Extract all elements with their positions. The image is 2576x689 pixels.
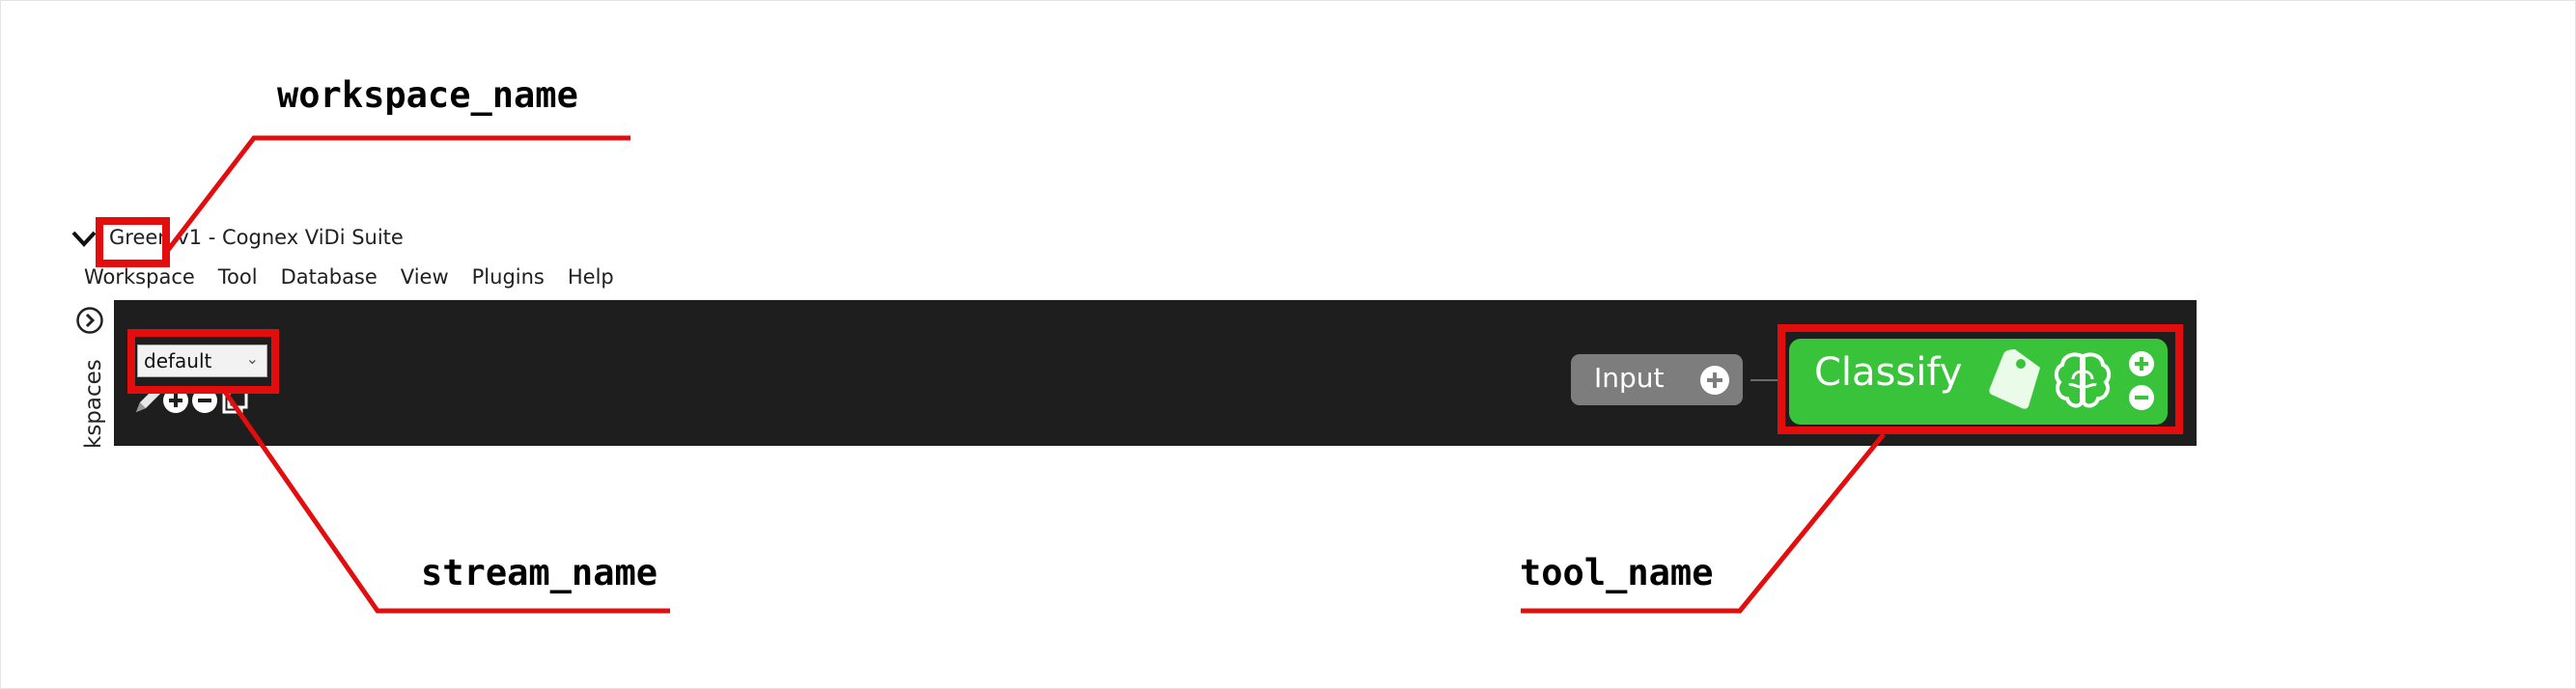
- input-node-label: Input: [1594, 362, 1665, 394]
- tool-name-highlight: [1778, 324, 2183, 434]
- menu-bar: Workspace Tool Database View Plugins Hel…: [84, 265, 614, 289]
- tool-name-callout: tool_name: [1520, 552, 1714, 593]
- plus-circle-icon[interactable]: [1698, 364, 1731, 397]
- menu-help[interactable]: Help: [568, 265, 614, 289]
- workspaces-side-tab[interactable]: kspaces: [59, 331, 117, 451]
- side-tab-label: kspaces: [81, 359, 106, 449]
- stream-name-highlight: [127, 329, 279, 394]
- menu-view[interactable]: View: [401, 265, 449, 289]
- workspace-name-highlight: [96, 217, 170, 267]
- menu-database[interactable]: Database: [281, 265, 378, 289]
- stream-name-callout: stream_name: [421, 552, 658, 593]
- menu-workspace[interactable]: Workspace: [84, 265, 195, 289]
- menu-tool[interactable]: Tool: [218, 265, 258, 289]
- workspace-name-callout: workspace_name: [277, 74, 578, 116]
- annotated-screenshot: Green v1 - Cognex ViDi Suite Workspace T…: [0, 0, 2576, 689]
- menu-plugins[interactable]: Plugins: [472, 265, 545, 289]
- chevron-down-icon[interactable]: [70, 229, 98, 248]
